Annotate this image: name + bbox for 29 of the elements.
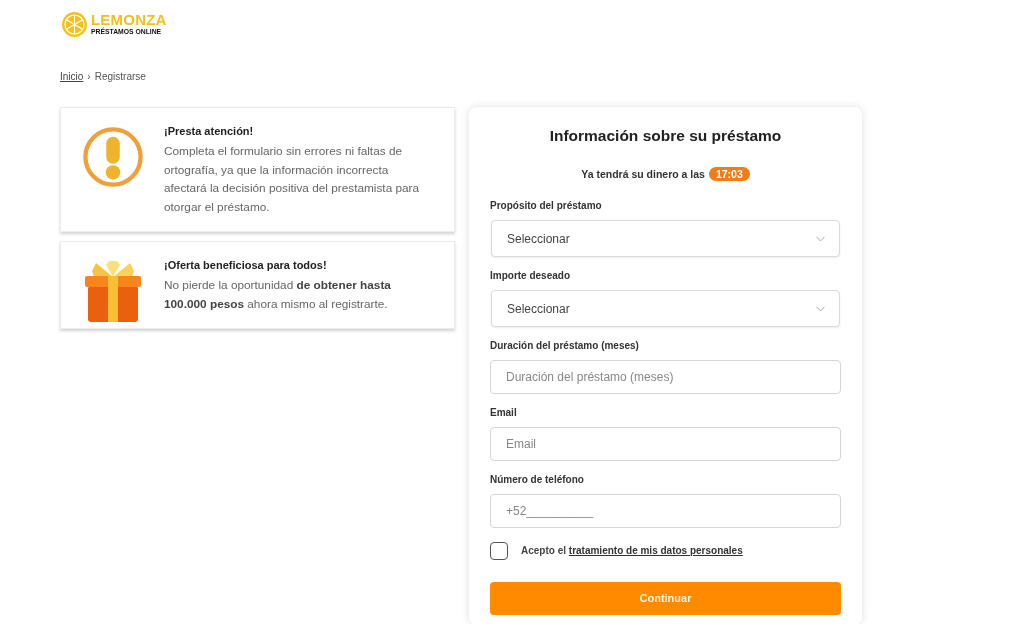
delivery-text: Ya tendrá su dinero a las [581,168,705,180]
select-field[interactable]: Seleccionar [491,290,840,327]
notice-title: ¡Presta atención! [164,124,255,139]
select-field[interactable]: Seleccionar [491,220,840,257]
chevron-down-icon [816,305,825,312]
privacy-link[interactable]: tratamiento de mis datos personales [568,545,743,556]
consent-text: Acepto el tratamiento de mis datos personales [521,544,743,558]
breadcrumb-separator: › [87,70,91,84]
notice-text: No pierde la oportunidad de obtener hasta 100.000 pesos ahora mismo al registrarte. [164,277,392,313]
breadcrumb-link[interactable]: Inicio [60,70,84,84]
input-field[interactable]: Email [490,427,841,461]
exclamation-icon [83,126,143,188]
field-label: Número de teléfono [490,473,585,487]
field-label: Duración del préstamo (meses) [490,339,640,353]
input-field[interactable]: Duración del préstamo (meses) [490,360,841,394]
lemon-slice-icon [62,12,87,37]
field-label: Email [490,406,518,420]
chevron-down-icon [816,235,825,242]
breadcrumb-current: Registrarse [94,70,146,84]
logo-wordmark: LEMONZA [91,13,167,27]
form-title: Información sobre su préstamo [548,126,783,146]
time-badge: 17:03 [708,167,750,181]
consent-checkbox[interactable] [490,542,508,560]
gift-icon [83,260,143,322]
field-label: Importe deseado [490,269,572,283]
notice-title: ¡Oferta beneficiosa para todos! [164,258,328,273]
input-field[interactable]: +52__________ [490,494,841,528]
notice-text: Completa el formulario sin errores ni faltas de ortografía, ya que la información incorrecta afectará la decisión positiva del prestamista para otorgar el préstamo. [164,143,421,216]
field-label: Propósito del préstamo [490,199,603,213]
